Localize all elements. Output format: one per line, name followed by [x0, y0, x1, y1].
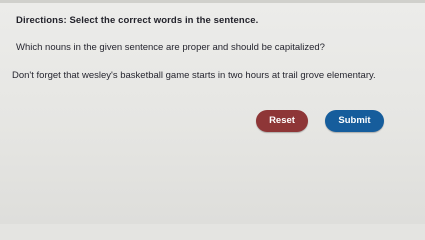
word-basketball[interactable]: basketball: [120, 70, 163, 81]
word-starts[interactable]: starts: [192, 70, 215, 81]
selectable-sentence: Don't forget that wesley's basketball ga…: [12, 70, 376, 81]
word-forget[interactable]: forget: [37, 70, 61, 81]
question-text: Which nouns in the given sentence are pr…: [16, 42, 325, 53]
word-trail[interactable]: trail: [282, 70, 297, 81]
word-wesleys[interactable]: wesley's: [82, 70, 118, 81]
word-elementary[interactable]: elementary.: [327, 70, 376, 81]
top-divider: [0, 0, 425, 3]
word-grove[interactable]: grove: [300, 70, 324, 81]
word-that[interactable]: that: [63, 70, 79, 81]
action-buttons: Reset Submit: [0, 110, 425, 134]
word-game[interactable]: game: [166, 70, 190, 81]
word-at[interactable]: at: [272, 70, 280, 81]
word-dont[interactable]: Don't: [12, 70, 34, 81]
word-hours[interactable]: hours: [245, 70, 269, 81]
reset-button[interactable]: Reset: [256, 110, 308, 132]
word-in[interactable]: in: [218, 70, 225, 81]
directions-text: Directions: Select the correct words in …: [16, 15, 259, 26]
submit-button[interactable]: Submit: [325, 110, 384, 132]
question-panel: Directions: Select the correct words in …: [0, 0, 425, 224]
word-two[interactable]: two: [228, 70, 243, 81]
